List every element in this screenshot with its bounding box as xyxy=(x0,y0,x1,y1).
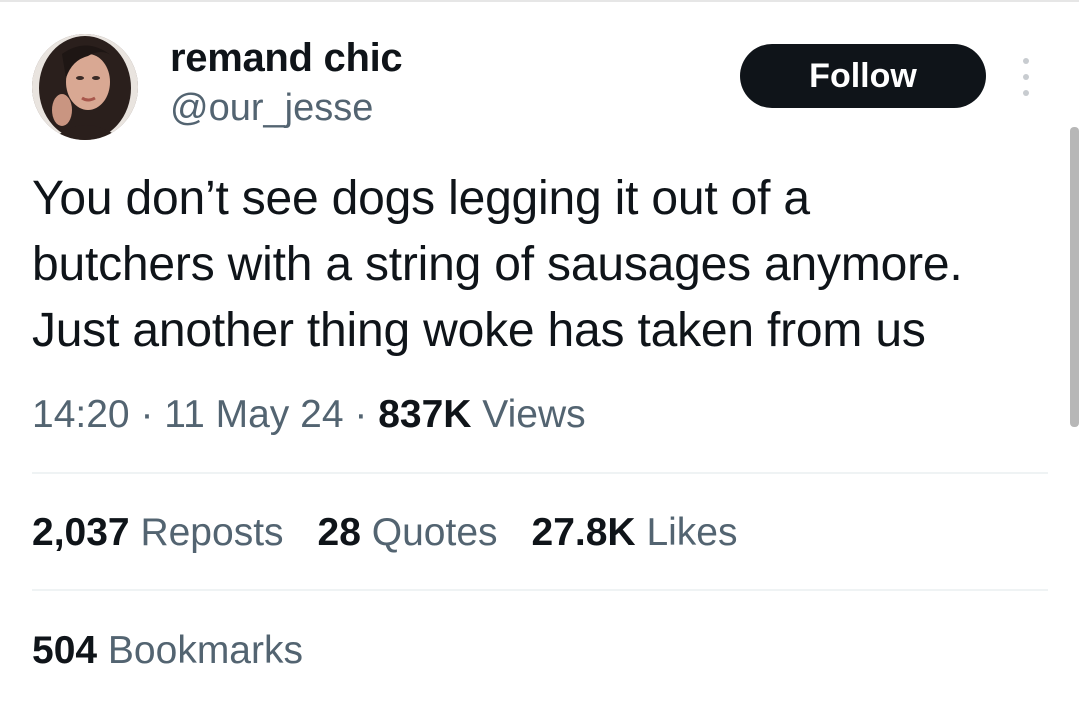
profile-photo-icon xyxy=(32,34,138,140)
reposts-count: 2,037 xyxy=(32,511,130,554)
tweet-card: remand chic @our_jesse Follow You don’t … xyxy=(0,0,1079,705)
avatar[interactable] xyxy=(32,34,138,140)
quotes-label: Quotes xyxy=(371,511,498,554)
divider xyxy=(32,589,1048,591)
tweet-time[interactable]: 14:20 xyxy=(32,393,130,436)
likes-label: Likes xyxy=(646,511,738,554)
reposts-stat[interactable]: 2,037 Reposts xyxy=(32,511,284,555)
tweet-line: Just another thing woke has taken from u… xyxy=(32,304,926,357)
likes-stat[interactable]: 27.8K Likes xyxy=(532,511,738,555)
reposts-label: Reposts xyxy=(140,511,284,554)
meta-separator: · xyxy=(354,393,368,436)
scrollbar[interactable] xyxy=(1070,127,1079,427)
tweet-line: butchers with a string of sausages anymo… xyxy=(32,238,963,291)
display-name[interactable]: remand chic xyxy=(170,36,403,81)
dot xyxy=(1023,74,1029,80)
bookmarks-count: 504 xyxy=(32,629,98,672)
engagement-stats: 2,037 Reposts 28 Quotes 27.8K Likes xyxy=(32,511,771,555)
views-count[interactable]: 837K xyxy=(378,393,471,436)
bookmarks-label: Bookmarks xyxy=(107,629,303,672)
dot xyxy=(1023,90,1029,96)
quotes-stat[interactable]: 28 Quotes xyxy=(318,511,498,555)
tweet-line: You don’t see dogs legging it out of a xyxy=(32,172,810,225)
divider xyxy=(32,472,1048,474)
quotes-count: 28 xyxy=(317,511,361,554)
bookmarks-stat[interactable]: 504 Bookmarks xyxy=(32,629,303,673)
tweet-text: You don’t see dogs legging it out of a b… xyxy=(32,166,1052,364)
views-label[interactable]: Views xyxy=(482,393,585,436)
meta-separator: · xyxy=(140,393,154,436)
likes-count: 27.8K xyxy=(531,511,636,554)
dot xyxy=(1023,58,1029,64)
tweet-date[interactable]: 11 May 24 xyxy=(164,393,343,436)
user-handle[interactable]: @our_jesse xyxy=(170,87,373,130)
more-vertical-icon[interactable] xyxy=(1014,58,1038,96)
follow-button[interactable]: Follow xyxy=(740,44,986,108)
tweet-meta: 14:20 · 11 May 24 · 837K Views xyxy=(32,393,586,437)
